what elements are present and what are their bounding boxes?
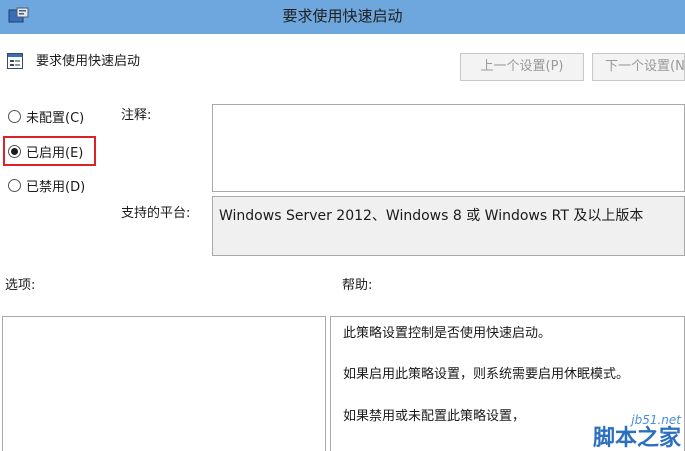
comment-textarea[interactable] — [212, 104, 685, 192]
policy-setting-icon — [7, 53, 23, 69]
radio-disabled-label: 已禁用(D) — [26, 179, 86, 195]
site-watermark: jb51.net 脚本之家 — [593, 413, 681, 451]
policy-name-label: 要求使用快速启动 — [36, 54, 141, 69]
enabled-highlight-box — [3, 136, 96, 166]
policy-dialog-content: 要求使用快速启动 上一个设置(P) 下一个设置(N) 未配置(C) 已启用(E)… — [0, 34, 685, 451]
options-panel[interactable] — [2, 316, 326, 451]
radio-not-configured-label: 未配置(C) — [26, 110, 85, 126]
radio-disabled[interactable]: 已禁用(D) — [8, 175, 85, 195]
supported-platform-label: 支持的平台: — [121, 206, 191, 221]
comment-label: 注释: — [121, 108, 152, 123]
watermark-name: 脚本之家 — [592, 426, 681, 451]
next-setting-button[interactable]: 下一个设置(N) — [592, 53, 685, 81]
help-label: 帮助: — [342, 278, 373, 293]
radio-not-configured-circle[interactable] — [8, 109, 21, 123]
window-title: 要求使用快速启动 — [282, 7, 403, 25]
title-bar[interactable]: 要求使用快速启动 — [0, 0, 685, 34]
help-line: 如果禁用或未配置此策略设置， — [343, 409, 526, 424]
help-line: 如果启用此策略设置，则系统需要启用休眠模式。 — [343, 367, 630, 382]
watermark-url: jb51.net — [631, 413, 681, 427]
radio-not-configured[interactable]: 未配置(C) — [8, 106, 84, 126]
options-label: 选项: — [5, 278, 36, 293]
supported-platform-value: Windows Server 2012、Windows 8 或 Windows … — [212, 196, 685, 256]
radio-disabled-circle[interactable] — [8, 178, 21, 192]
help-line: 此策略设置控制是否使用快速启动。 — [343, 326, 552, 341]
previous-setting-button[interactable]: 上一个设置(P) — [460, 53, 584, 81]
